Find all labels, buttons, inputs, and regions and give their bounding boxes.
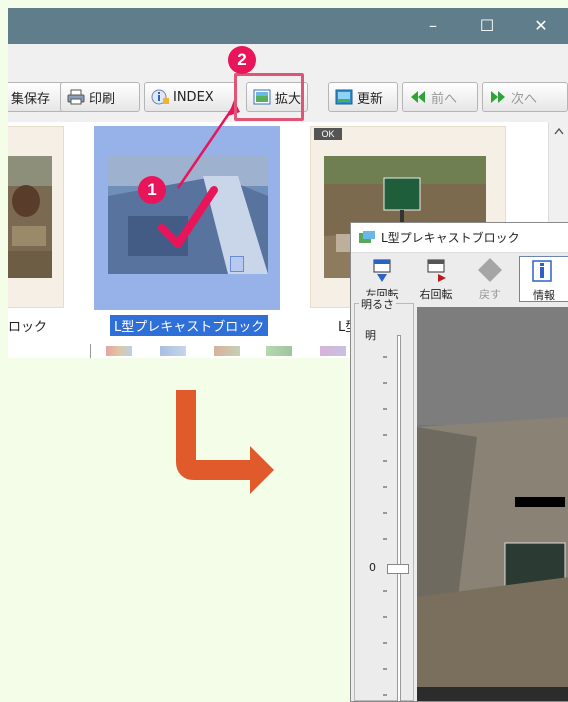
info-button[interactable]: 情報	[519, 256, 568, 302]
enlarge-highlight-box	[234, 73, 304, 121]
undo-button[interactable]: 戻す	[465, 256, 515, 302]
rotate-right-icon	[427, 259, 446, 282]
rotate-right-button[interactable]: 右回転	[411, 256, 461, 302]
app-icon	[359, 230, 375, 243]
undo-icon	[478, 258, 502, 282]
rotate-right-label: 右回転	[419, 288, 453, 301]
brightness-max-label: 明	[365, 329, 376, 342]
brightness-ticks	[383, 356, 387, 696]
enlarged-photo[interactable]	[417, 307, 568, 701]
arrow-head	[250, 446, 274, 494]
brightness-label: 明るさ	[359, 296, 396, 312]
step-badge-2: 2	[228, 46, 256, 74]
down-right-arrow-icon	[176, 390, 250, 480]
rotate-left-icon	[373, 259, 391, 282]
step-badge-1: 1	[138, 176, 166, 204]
pointer-arrow	[176, 105, 236, 189]
info-label: 情報	[533, 289, 555, 302]
viewer-title: L型プレキャストブロック	[381, 231, 520, 245]
info-icon	[532, 260, 552, 282]
undo-label: 戻す	[479, 288, 501, 301]
viewer-title-bar: L型プレキャストブロック	[351, 223, 568, 253]
brightness-slider-track[interactable]	[397, 335, 401, 701]
checkmark-icon	[158, 186, 218, 248]
brightness-zero-label: 0	[369, 561, 376, 574]
image-viewer-window: L型プレキャストブロック 左回転 右回転 戻す 情報 明るさ 明 0	[350, 222, 568, 702]
